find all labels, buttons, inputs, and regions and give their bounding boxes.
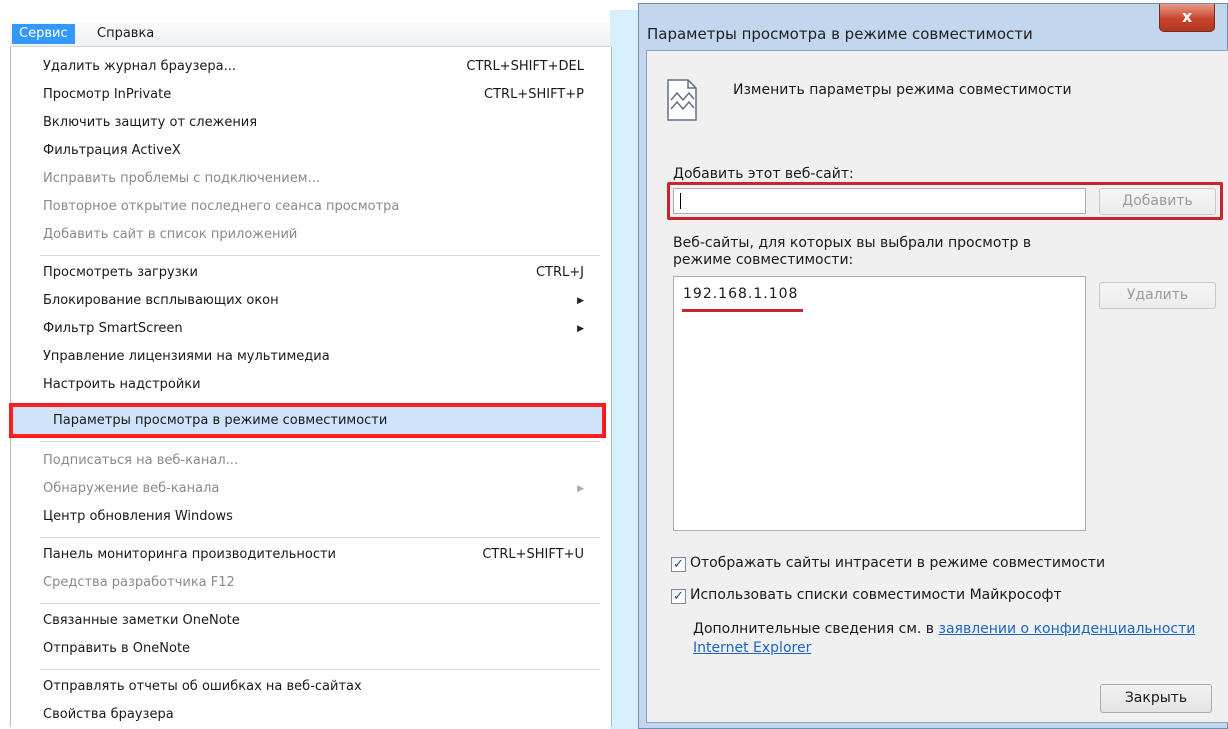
- menu-item-add-to-apps[interactable]: Добавить сайт в список приложений: [43, 224, 588, 246]
- close-button[interactable]: Закрыть: [1100, 684, 1212, 713]
- menu-item-performance-dashboard[interactable]: Панель мониторинга производительности CT…: [43, 544, 588, 566]
- menu-item-shortcut: CTRL+J: [535, 265, 584, 280]
- close-window-button[interactable]: x: [1159, 4, 1215, 32]
- menu-item-label: Удалить журнал браузера...: [43, 59, 237, 74]
- menu-help[interactable]: Справка: [90, 24, 161, 44]
- add-website-label: Добавить этот веб-сайт:: [673, 166, 854, 182]
- menu-item-popup-blocker[interactable]: Блокирование всплывающих окон ▶: [43, 290, 588, 312]
- menu-item-media-licenses[interactable]: Управление лицензиями на мультимедиа: [43, 346, 588, 368]
- more-info-text: Дополнительные сведения см. в заявлении …: [693, 621, 1228, 638]
- menu-item-view-downloads[interactable]: Просмотреть загрузки CTRL+J: [43, 262, 588, 284]
- menu-item-label: Просмотр InPrivate: [43, 87, 172, 102]
- menu-separator: [40, 669, 600, 670]
- submenu-arrow-icon: ▶: [577, 296, 584, 306]
- menu-item-fix-connection[interactable]: Исправить проблемы с подключением...: [43, 168, 588, 190]
- site-list-label-line1: Веб-сайты, для которых вы выбрали просмо…: [673, 235, 1032, 251]
- menu-item-report-site-errors[interactable]: Отправлять отчеты об ошибках на веб-сайт…: [43, 676, 588, 698]
- dialog-title: Параметры просмотра в режиме совместимос…: [647, 25, 1033, 43]
- menu-item-compatibility-view[interactable]: Параметры просмотра в режиме совместимос…: [53, 410, 593, 432]
- intranet-compat-checkbox[interactable]: ✓: [671, 557, 686, 572]
- menu-item-label: Блокирование всплывающих окон: [43, 293, 279, 308]
- menu-separator: [40, 255, 600, 256]
- dialog-heading: Изменить параметры режима совместимости: [733, 82, 1072, 98]
- ms-compat-lists-label[interactable]: Использовать списки совместимости Майкро…: [690, 587, 1062, 603]
- menu-item-label: Просмотреть загрузки: [43, 265, 198, 280]
- compatibility-view-icon: [667, 79, 697, 121]
- menu-item-label: Панель мониторинга производительности: [43, 547, 336, 562]
- site-list-label-line2: режиме совместимости:: [673, 252, 854, 268]
- menu-item-feed-discovery[interactable]: Обнаружение веб-канала ▶: [43, 478, 588, 500]
- menu-item-manage-addons[interactable]: Настроить надстройки: [43, 374, 588, 396]
- compatibility-view-dialog: Параметры просмотра в режиме совместимос…: [638, 3, 1228, 729]
- submenu-arrow-icon: ▶: [577, 324, 584, 334]
- menu-item-windows-update[interactable]: Центр обновления Windows: [43, 506, 588, 528]
- menu-bar: Сервис Справка: [10, 22, 610, 47]
- menu-item-dev-tools[interactable]: Средства разработчика F12: [43, 572, 588, 594]
- menu-item-delete-history[interactable]: Удалить журнал браузера... CTRL+SHIFT+DE…: [43, 56, 588, 78]
- list-item-annotation-underline: [682, 309, 803, 312]
- menu-item-smartscreen[interactable]: Фильтр SmartScreen ▶: [43, 318, 588, 340]
- more-info-line2: Internet Explorer: [693, 640, 811, 657]
- menu-item-shortcut: CTRL+SHIFT+U: [482, 547, 584, 562]
- menu-item-inprivate[interactable]: Просмотр InPrivate CTRL+SHIFT+P: [43, 84, 588, 106]
- close-icon: x: [1181, 7, 1193, 26]
- remove-button[interactable]: Удалить: [1099, 282, 1216, 309]
- compatibility-sites-list[interactable]: 192.168.1.108: [673, 276, 1086, 531]
- privacy-statement-link[interactable]: заявлении о конфиденциальности: [939, 621, 1196, 637]
- menu-separator: [40, 603, 600, 604]
- menu-item-activex-filtering[interactable]: Фильтрация ActiveX: [43, 140, 588, 162]
- dialog-client-area: Изменить параметры режима совместимости …: [646, 50, 1228, 723]
- menu-item-subscribe-feed[interactable]: Подписаться на веб-канал...: [43, 450, 588, 472]
- privacy-statement-link-cont[interactable]: Internet Explorer: [693, 640, 811, 656]
- menu-item-label: Фильтр SmartScreen: [43, 321, 183, 336]
- add-row-annotation-box: [667, 182, 1223, 220]
- list-item[interactable]: 192.168.1.108: [683, 286, 798, 302]
- menu-item-tracking-protection[interactable]: Включить защиту от слежения: [43, 112, 588, 134]
- menu-separator: [40, 537, 600, 538]
- menu-item-send-to-onenote[interactable]: Отправить в OneNote: [43, 638, 588, 660]
- menu-item-label: Обнаружение веб-канала: [43, 481, 220, 496]
- intranet-compat-label[interactable]: Отображать сайты интрасети в режиме совм…: [690, 555, 1105, 571]
- menu-item-shortcut: CTRL+SHIFT+DEL: [466, 59, 584, 74]
- menu-item-shortcut: CTRL+SHIFT+P: [484, 87, 584, 102]
- menu-item-reopen-session[interactable]: Повторное открытие последнего сеанса про…: [43, 196, 588, 218]
- menu-item-onenote-linked-notes[interactable]: Связанные заметки OneNote: [43, 610, 588, 632]
- more-info-prefix: Дополнительные сведения см. в: [693, 621, 939, 637]
- submenu-arrow-icon: ▶: [577, 484, 584, 494]
- ms-compat-lists-checkbox[interactable]: ✓: [671, 589, 686, 604]
- menu-separator: [40, 441, 600, 442]
- menu-service[interactable]: Сервис: [12, 24, 75, 44]
- menu-item-internet-options[interactable]: Свойства браузера: [43, 704, 588, 726]
